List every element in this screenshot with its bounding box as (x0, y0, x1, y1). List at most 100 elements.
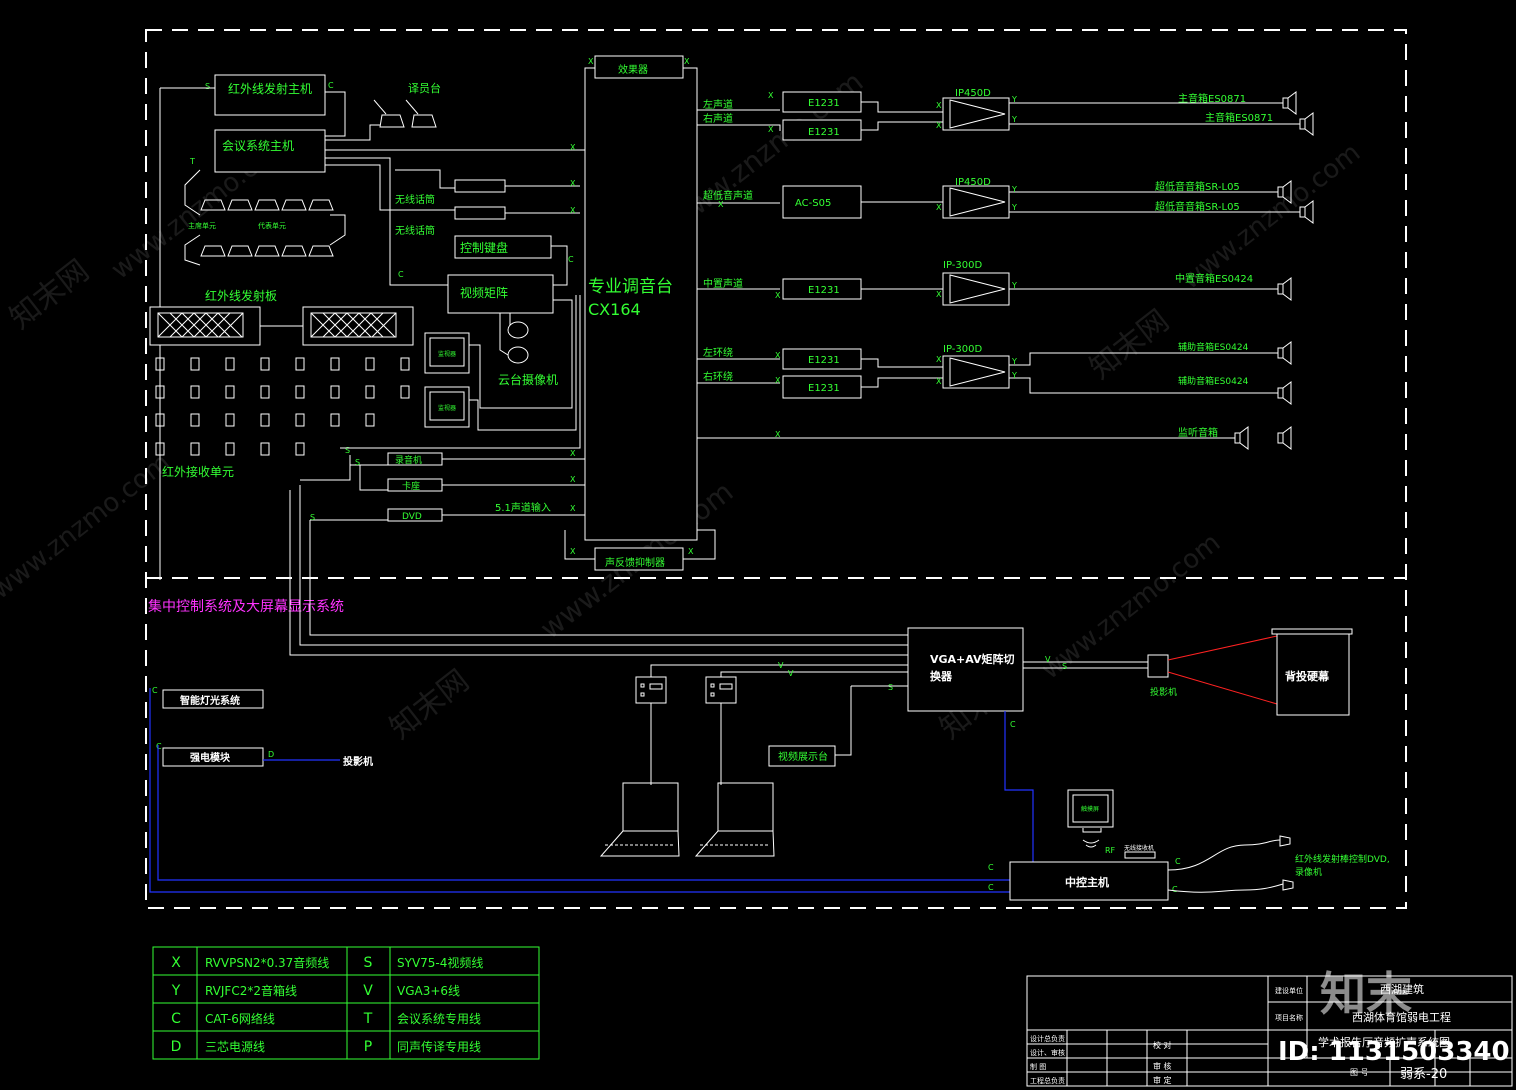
ir-receiver-grid: 红外接收单元 (155, 357, 410, 479)
central-host-block: 中控主机 C C C C (988, 857, 1181, 901)
legend-desc-0: RVVPSN2*0.37音频线 (205, 955, 329, 970)
control-keyboard-label: 控制键盘 (460, 240, 508, 255)
spk-sub-1-label: 超低音音箱SR-L05 (1155, 180, 1240, 193)
ir-panel-label: 红外线发射板 (205, 288, 277, 303)
svg-text:Y: Y (1011, 357, 1017, 366)
eq-1-label: E1231 (808, 98, 840, 109)
lighting-block: 智能灯光系统 C (152, 686, 264, 709)
power-module-label: 强电模块 (190, 751, 231, 764)
svg-text:X: X (768, 91, 774, 100)
svg-text:X: X (570, 504, 576, 513)
svg-text:C: C (1175, 857, 1181, 866)
ir-note-2: 录像机 (1295, 866, 1322, 878)
ch-lsurround-label: 左环绕 (703, 346, 733, 359)
svg-text:C: C (988, 883, 994, 892)
wireless-mic-1-label: 无线话筒 (395, 193, 435, 206)
mixer-label: 专业调音台 (588, 277, 673, 297)
legend-desc-1: RVJFC2*2音箱线 (205, 983, 297, 998)
ch-rsurround-label: 右环绕 (703, 370, 733, 383)
svg-text:X: X (775, 430, 781, 439)
spk-monitor-label: 监听音箱 (1178, 426, 1218, 439)
svg-text:X: X (936, 377, 942, 386)
dvd-input-label: 5.1声道输入 (495, 501, 551, 514)
monitor-2-label: 监视器 (438, 404, 456, 412)
projector-block: 投影机 背投硬幕 (1147, 628, 1353, 716)
svg-text:V: V (1045, 655, 1051, 664)
spk-sub-2-label: 超低音音箱SR-L05 (1155, 200, 1240, 213)
vga-matrix-label-1: VGA+AV矩阵切 (930, 652, 1015, 666)
ir-host-block: 红外线发射主机 S C (205, 74, 334, 116)
svg-text:S: S (345, 446, 350, 455)
legend-code2-2: T (363, 1011, 373, 1027)
wm-site-6: www.znzmo.com (0, 448, 176, 606)
wireless-mic-2-label: 无线话筒 (395, 224, 435, 237)
eq-2-label: E1231 (808, 127, 840, 138)
interpreter-desk-icons (373, 99, 437, 128)
svg-text:X: X (936, 121, 942, 130)
svg-text:C: C (1172, 885, 1178, 894)
svg-text:X: X (775, 351, 781, 360)
conf-host-block: 会议系统主机 T (189, 129, 326, 173)
wm-site-3: www.znzmo.com (1176, 138, 1366, 296)
svg-text:C: C (988, 863, 994, 872)
legend-desc-2: CAT-6网络线 (205, 1011, 275, 1026)
svg-text:X: X (570, 475, 576, 484)
projector-ref-label: 投影机 (343, 755, 373, 768)
wireless-mics: 无线话筒 无线话筒 (395, 179, 580, 237)
tb-drawing-no-label: 图 号 (1350, 1068, 1369, 1077)
cassette-label: 卡座 (402, 480, 420, 492)
legend-code2-3: P (364, 1039, 372, 1055)
monitor-1-label: 监视器 (438, 350, 456, 358)
spk-aux-2-label: 辅助音箱ES0424 (1178, 375, 1249, 387)
wm-logo: 知末 (1320, 967, 1412, 1021)
svg-text:C: C (328, 81, 334, 90)
svg-text:Y: Y (1011, 203, 1017, 212)
touch-panel-label: 触摸屏 (1081, 805, 1099, 813)
tb-review: 审 核 (1153, 1061, 1172, 1071)
ch-right-label: 右声道 (703, 112, 733, 125)
chair-unit-label: 主席单元 (188, 221, 216, 230)
title-block: 建设单位 西湖建筑 项目名称 西湖体育馆弱电工程 学术报告厅音频扩声系统图 设计… (1026, 975, 1513, 1087)
tb-drawing-no: 弱系-20 (1400, 1067, 1447, 1082)
video-booth-label: 视频展示台 (778, 750, 828, 763)
ch-left-label: 左声道 (703, 98, 733, 111)
effects-label: 效果器 (618, 63, 648, 76)
amp-2-label: IP450D (955, 177, 991, 188)
ch-sub-label: 超低音声道 (703, 189, 753, 202)
svg-text:S: S (310, 513, 315, 522)
ir-note-1: 红外线发射棒控制DVD, (1295, 853, 1390, 865)
svg-text:V: V (778, 661, 784, 670)
video-matrix-label: 视频矩阵 (460, 285, 508, 300)
ptz-camera: 云台摄像机 (498, 313, 558, 387)
section2-title: 集中控制系统及大屏幕显示系统 (148, 598, 344, 615)
svg-text:C: C (1010, 720, 1016, 729)
ac-label: AC-S05 (795, 198, 831, 209)
svg-text:V: V (788, 669, 794, 678)
eq-4-label: E1231 (808, 355, 840, 366)
conf-host-label: 会议系统主机 (222, 139, 294, 153)
svg-text:T: T (189, 157, 195, 166)
amp-1-label: IP450D (955, 88, 991, 99)
svg-text:Y: Y (1011, 185, 1017, 194)
ir-emitter-cables: 红外线发射棒控制DVD, 录像机 (1167, 835, 1390, 893)
tb-engineer: 工程总负责 (1030, 1076, 1065, 1085)
projector-label: 投影机 (1150, 686, 1177, 698)
legend-code2-1: V (363, 983, 373, 999)
ir-host-label: 红外线发射主机 (228, 81, 312, 96)
legend-desc2-1: VGA3+6线 (397, 984, 460, 998)
legend-desc-3: 三芯电源线 (205, 1040, 265, 1054)
laptops (599, 782, 775, 857)
svg-text:X: X (936, 355, 942, 364)
ir-receiver-label: 红外接收单元 (162, 464, 234, 479)
delegate-unit-label: 代表单元 (258, 221, 286, 230)
eq-5-label: E1231 (808, 383, 840, 394)
feedback-label: 声反馈抑制器 (605, 556, 665, 569)
legend-desc2-0: SYV75-4视频线 (397, 955, 483, 970)
legend-desc2-2: 会议系统专用线 (397, 1011, 481, 1026)
wm-brand-1: 知末网 (3, 253, 95, 336)
svg-text:X: X (936, 290, 942, 299)
svg-text:X: X (718, 200, 724, 209)
svg-text:X: X (570, 206, 576, 215)
lighting-label: 智能灯光系统 (180, 694, 240, 707)
power-module-block: 强电模块 C D 投影机 (156, 742, 373, 768)
